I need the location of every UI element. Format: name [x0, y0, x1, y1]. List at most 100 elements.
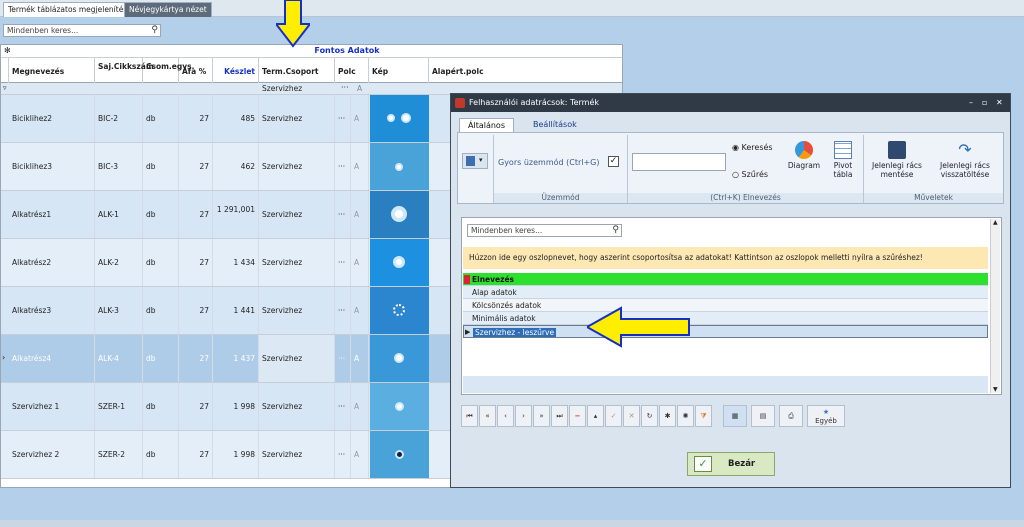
confirm-icon[interactable]: ✓: [605, 405, 622, 427]
col-image[interactable]: Kép: [369, 58, 429, 83]
cell-name: Szervizhez 2: [9, 431, 95, 478]
ellipsis-button[interactable]: ···: [335, 191, 351, 238]
col-price[interactable]: Alapért.polc: [429, 58, 622, 83]
col-name[interactable]: Megnevezés: [9, 58, 95, 83]
move-up-icon[interactable]: ▴: [587, 405, 604, 427]
list-item[interactable]: Minimális adatok: [463, 312, 988, 325]
cell-vat: 27: [179, 383, 213, 430]
floppy-save-icon: [888, 141, 906, 159]
row-indicator-icon: ›: [2, 353, 6, 362]
next-record-icon[interactable]: ›: [515, 405, 532, 427]
col-code[interactable]: Saj.Cikkszám: [95, 58, 154, 83]
filter-radio[interactable]: ○ Szűrés: [732, 170, 768, 179]
cell-group: Szervizhez: [259, 335, 335, 382]
scroll-up-icon[interactable]: ▲: [993, 219, 998, 226]
list-item[interactable]: Kölcsönzés adatok: [463, 299, 988, 312]
grid-header: Megnevezés Saj.Cikkszám Csom.egys. Áfa %…: [1, 58, 622, 83]
search-icon[interactable]: ⚲: [151, 25, 158, 35]
list-search-input[interactable]: Mindenben keres... ⚲: [467, 224, 622, 237]
quick-mode-checkbox[interactable]: ✓: [608, 156, 619, 167]
cell-group: Szervizhez: [259, 143, 335, 190]
close-button[interactable]: ✓ Bezár: [687, 452, 775, 476]
cell-name: Alkatrész1: [9, 191, 95, 238]
star-icon: ★: [822, 408, 830, 416]
cell-vat: 27: [179, 431, 213, 478]
filter-ellipsis-icon[interactable]: ···: [341, 83, 349, 92]
tab-table-view[interactable]: Termék táblázatos megjelenítés: [3, 2, 133, 17]
ellipsis-button[interactable]: ···: [335, 95, 351, 142]
load-grid-button[interactable]: ↷ Jelenlegi rács visszatöltése: [932, 141, 998, 180]
save-grid-button[interactable]: Jelenlegi rács mentése: [866, 141, 928, 179]
cell-unit: db: [143, 335, 179, 382]
list-item-selected[interactable]: ▶ Szervizhez - leszűrve: [463, 325, 988, 338]
cell-code: BIC-2: [95, 95, 143, 142]
delete-record-icon[interactable]: −: [569, 405, 586, 427]
col-stock[interactable]: Készlet: [213, 58, 259, 83]
scroll-down-icon[interactable]: ▼: [993, 386, 998, 393]
ellipsis-button[interactable]: ···: [335, 431, 351, 478]
col-vat[interactable]: Áfa %: [179, 58, 213, 83]
export-excel-icon[interactable]: ▤: [751, 405, 775, 427]
filter-funnel-icon[interactable]: ⧩: [695, 405, 712, 427]
status-strip: [0, 520, 1024, 527]
last-record-icon[interactable]: ⏭: [551, 405, 568, 427]
user-grids-dialog: Felhasználói adatrácsok: Termék – ▫ ✕ Ál…: [450, 93, 1011, 488]
grid-band-row: ✻ Fontos Adatok: [1, 45, 622, 58]
pivot-button[interactable]: Pivot tábla: [826, 141, 860, 179]
cell-code: SZER-1: [95, 383, 143, 430]
cell-shelf: A: [351, 239, 369, 286]
tab-general[interactable]: Általános: [459, 118, 514, 133]
rename-input[interactable]: [632, 153, 726, 171]
cell-name: Alkatrész3: [9, 287, 95, 334]
ellipsis-button[interactable]: ···: [335, 383, 351, 430]
cancel-icon[interactable]: ✕: [623, 405, 640, 427]
diagram-button[interactable]: Diagram: [786, 141, 822, 170]
cell-name: Biciklihez2: [9, 95, 95, 142]
cell-unit: db: [143, 287, 179, 334]
grid-options-icon[interactable]: ✻: [4, 46, 11, 55]
list-item[interactable]: Alap adatok: [463, 286, 988, 299]
search-radio[interactable]: ◉ Keresés: [732, 143, 773, 152]
ellipsis-button[interactable]: ···: [335, 287, 351, 334]
asterisk-icon[interactable]: ✱: [659, 405, 676, 427]
product-image: [370, 287, 429, 334]
other-button[interactable]: ★ Egyéb: [807, 405, 845, 427]
row-select-header[interactable]: [1, 58, 9, 83]
search-radio-label: Keresés: [741, 143, 773, 152]
star-burst-icon[interactable]: ✺: [677, 405, 694, 427]
prev-page-icon[interactable]: «: [479, 405, 496, 427]
list-header[interactable]: Elnevezés: [463, 273, 988, 286]
ellipsis-button[interactable]: ···: [335, 239, 351, 286]
grid-layout-icon[interactable]: ▦: [723, 405, 747, 427]
maximize-icon[interactable]: ▫: [982, 94, 987, 112]
first-record-icon[interactable]: ⏮: [461, 405, 478, 427]
group-label-rename: (Ctrl+K) Elnevezés: [628, 193, 863, 203]
list-scrollbar[interactable]: ▲ ▼: [990, 219, 1000, 393]
filter-radio-label: Szűrés: [741, 170, 769, 179]
search-icon[interactable]: ⚲: [612, 225, 619, 235]
close-icon[interactable]: ✕: [996, 94, 1003, 112]
col-unit[interactable]: Csom.egys.: [143, 58, 194, 83]
cell-name: Alkatrész4: [9, 335, 95, 382]
view-dropdown[interactable]: ▾: [462, 153, 488, 169]
print-icon[interactable]: ⎙: [779, 405, 803, 427]
cell-stock: 462: [213, 143, 259, 190]
tab-settings[interactable]: Beállítások: [525, 118, 585, 133]
header-marker-icon: [464, 275, 470, 284]
main-search-input[interactable]: Mindenben keres... ⚲: [3, 24, 161, 37]
cell-stock: 1 437: [213, 335, 259, 382]
tab-card-view[interactable]: Névjegykártya nézet: [124, 2, 212, 17]
prev-record-icon[interactable]: ‹: [497, 405, 514, 427]
ellipsis-button[interactable]: ···: [335, 143, 351, 190]
app-icon: [455, 98, 465, 108]
close-button-label: Bezár: [728, 459, 756, 469]
col-group[interactable]: Term.Csoport: [259, 58, 335, 83]
radio-unchecked-icon: ○: [732, 170, 739, 179]
refresh-icon[interactable]: ↻: [641, 405, 658, 427]
cell-group: Szervizhez: [259, 95, 335, 142]
ellipsis-button[interactable]: ···: [335, 335, 351, 382]
next-page-icon[interactable]: »: [533, 405, 550, 427]
minimize-icon[interactable]: –: [969, 94, 973, 112]
cell-name: Biciklihez3: [9, 143, 95, 190]
col-shelf[interactable]: Polc: [335, 58, 369, 83]
